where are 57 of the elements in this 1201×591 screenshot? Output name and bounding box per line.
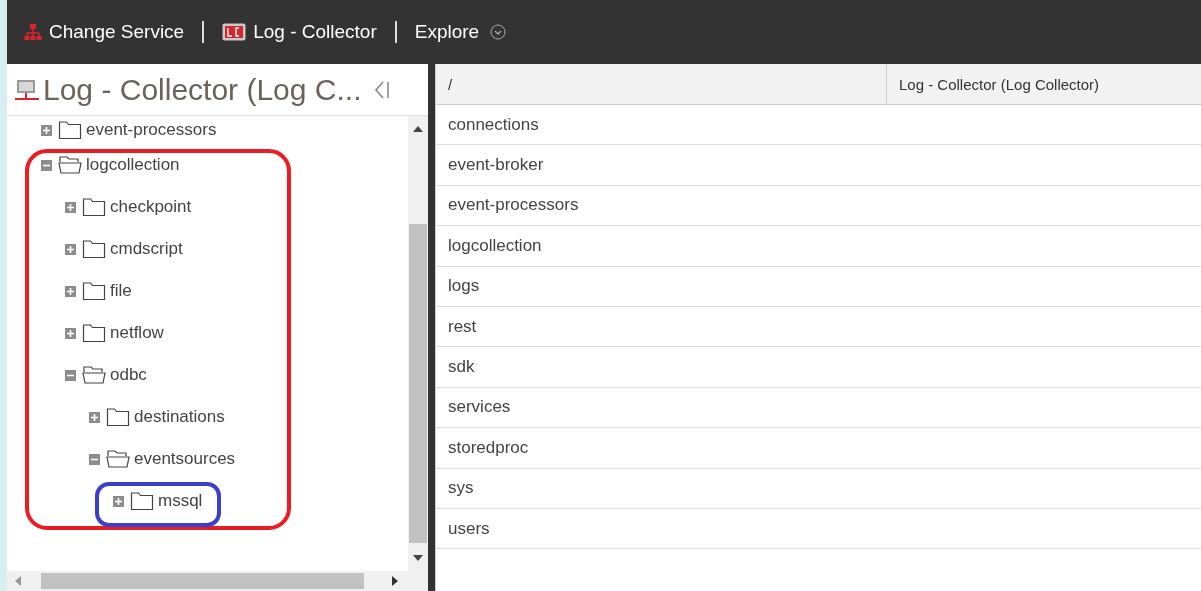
open-folder-icon [58,155,82,175]
expander-icon[interactable] [41,124,52,136]
chevron-circle-icon [490,24,507,40]
expander-icon[interactable] [89,411,100,423]
expander-icon[interactable] [89,453,100,465]
folder-icon [82,197,106,217]
panel-title: Log - Collector (Log C... [43,72,362,107]
folder-icon [82,239,106,259]
table-cell[interactable]: logcollection [436,235,542,256]
expander-icon[interactable] [65,285,76,297]
tree-item[interactable]: mssql [158,491,203,511]
table-cell[interactable]: sys [436,478,474,499]
table-cell[interactable]: users [436,518,490,539]
folder-icon [82,323,106,343]
tree-item[interactable]: cmdscript [110,239,183,259]
service-menu-item[interactable]: Change Service [24,21,185,43]
scroll-down-icon[interactable] [413,555,423,561]
expander-icon[interactable] [41,159,52,171]
scroll-right-icon[interactable] [392,576,398,586]
folder-icon [130,491,154,511]
table-cell[interactable]: sdk [436,357,475,378]
table-cell[interactable]: event-processors [436,195,579,216]
tree-item[interactable]: file [110,281,132,301]
vertical-scrollbar[interactable] [408,116,428,571]
menu-menu-item[interactable]: Explore [414,21,507,43]
device-menu-item[interactable]: Log - Collector [222,21,377,43]
tree-item[interactable]: logcollection [86,155,180,175]
column-header: / [436,64,887,104]
expander-icon[interactable] [65,243,76,255]
tree-item[interactable]: odbc [110,365,147,385]
expander-icon[interactable] [65,369,76,381]
expander-icon[interactable] [65,327,76,339]
device-icon [15,77,39,102]
hierarchy-icon [24,23,42,41]
scroll-left-icon[interactable] [15,576,21,586]
tree-item[interactable]: eventsources [134,449,236,469]
expander-icon[interactable] [65,201,76,213]
column-header: Log - Collector (Log Collector) [898,74,1100,95]
scroll-up-icon[interactable] [413,126,423,132]
tree-item[interactable]: event-processors [86,120,217,140]
table-cell[interactable]: storedproc [436,437,529,458]
expander-icon[interactable] [113,495,124,507]
table-cell[interactable]: event-broker [436,155,544,176]
open-folder-icon [106,449,130,469]
tree-item[interactable]: destinations [134,407,225,427]
tree-item[interactable]: netflow [110,323,164,343]
horizontal-scrollbar[interactable] [7,571,428,591]
folder-icon [58,120,82,140]
open-folder-icon [82,365,106,385]
folder-icon [106,407,130,427]
table-cell[interactable]: rest [436,316,477,337]
table-cell[interactable]: connections [436,114,539,135]
tree-item[interactable]: checkpoint [110,197,192,217]
device-icon [222,23,247,41]
folder-icon [82,281,106,301]
table-cell[interactable]: logs [436,276,480,297]
table-cell[interactable]: services [436,397,511,418]
